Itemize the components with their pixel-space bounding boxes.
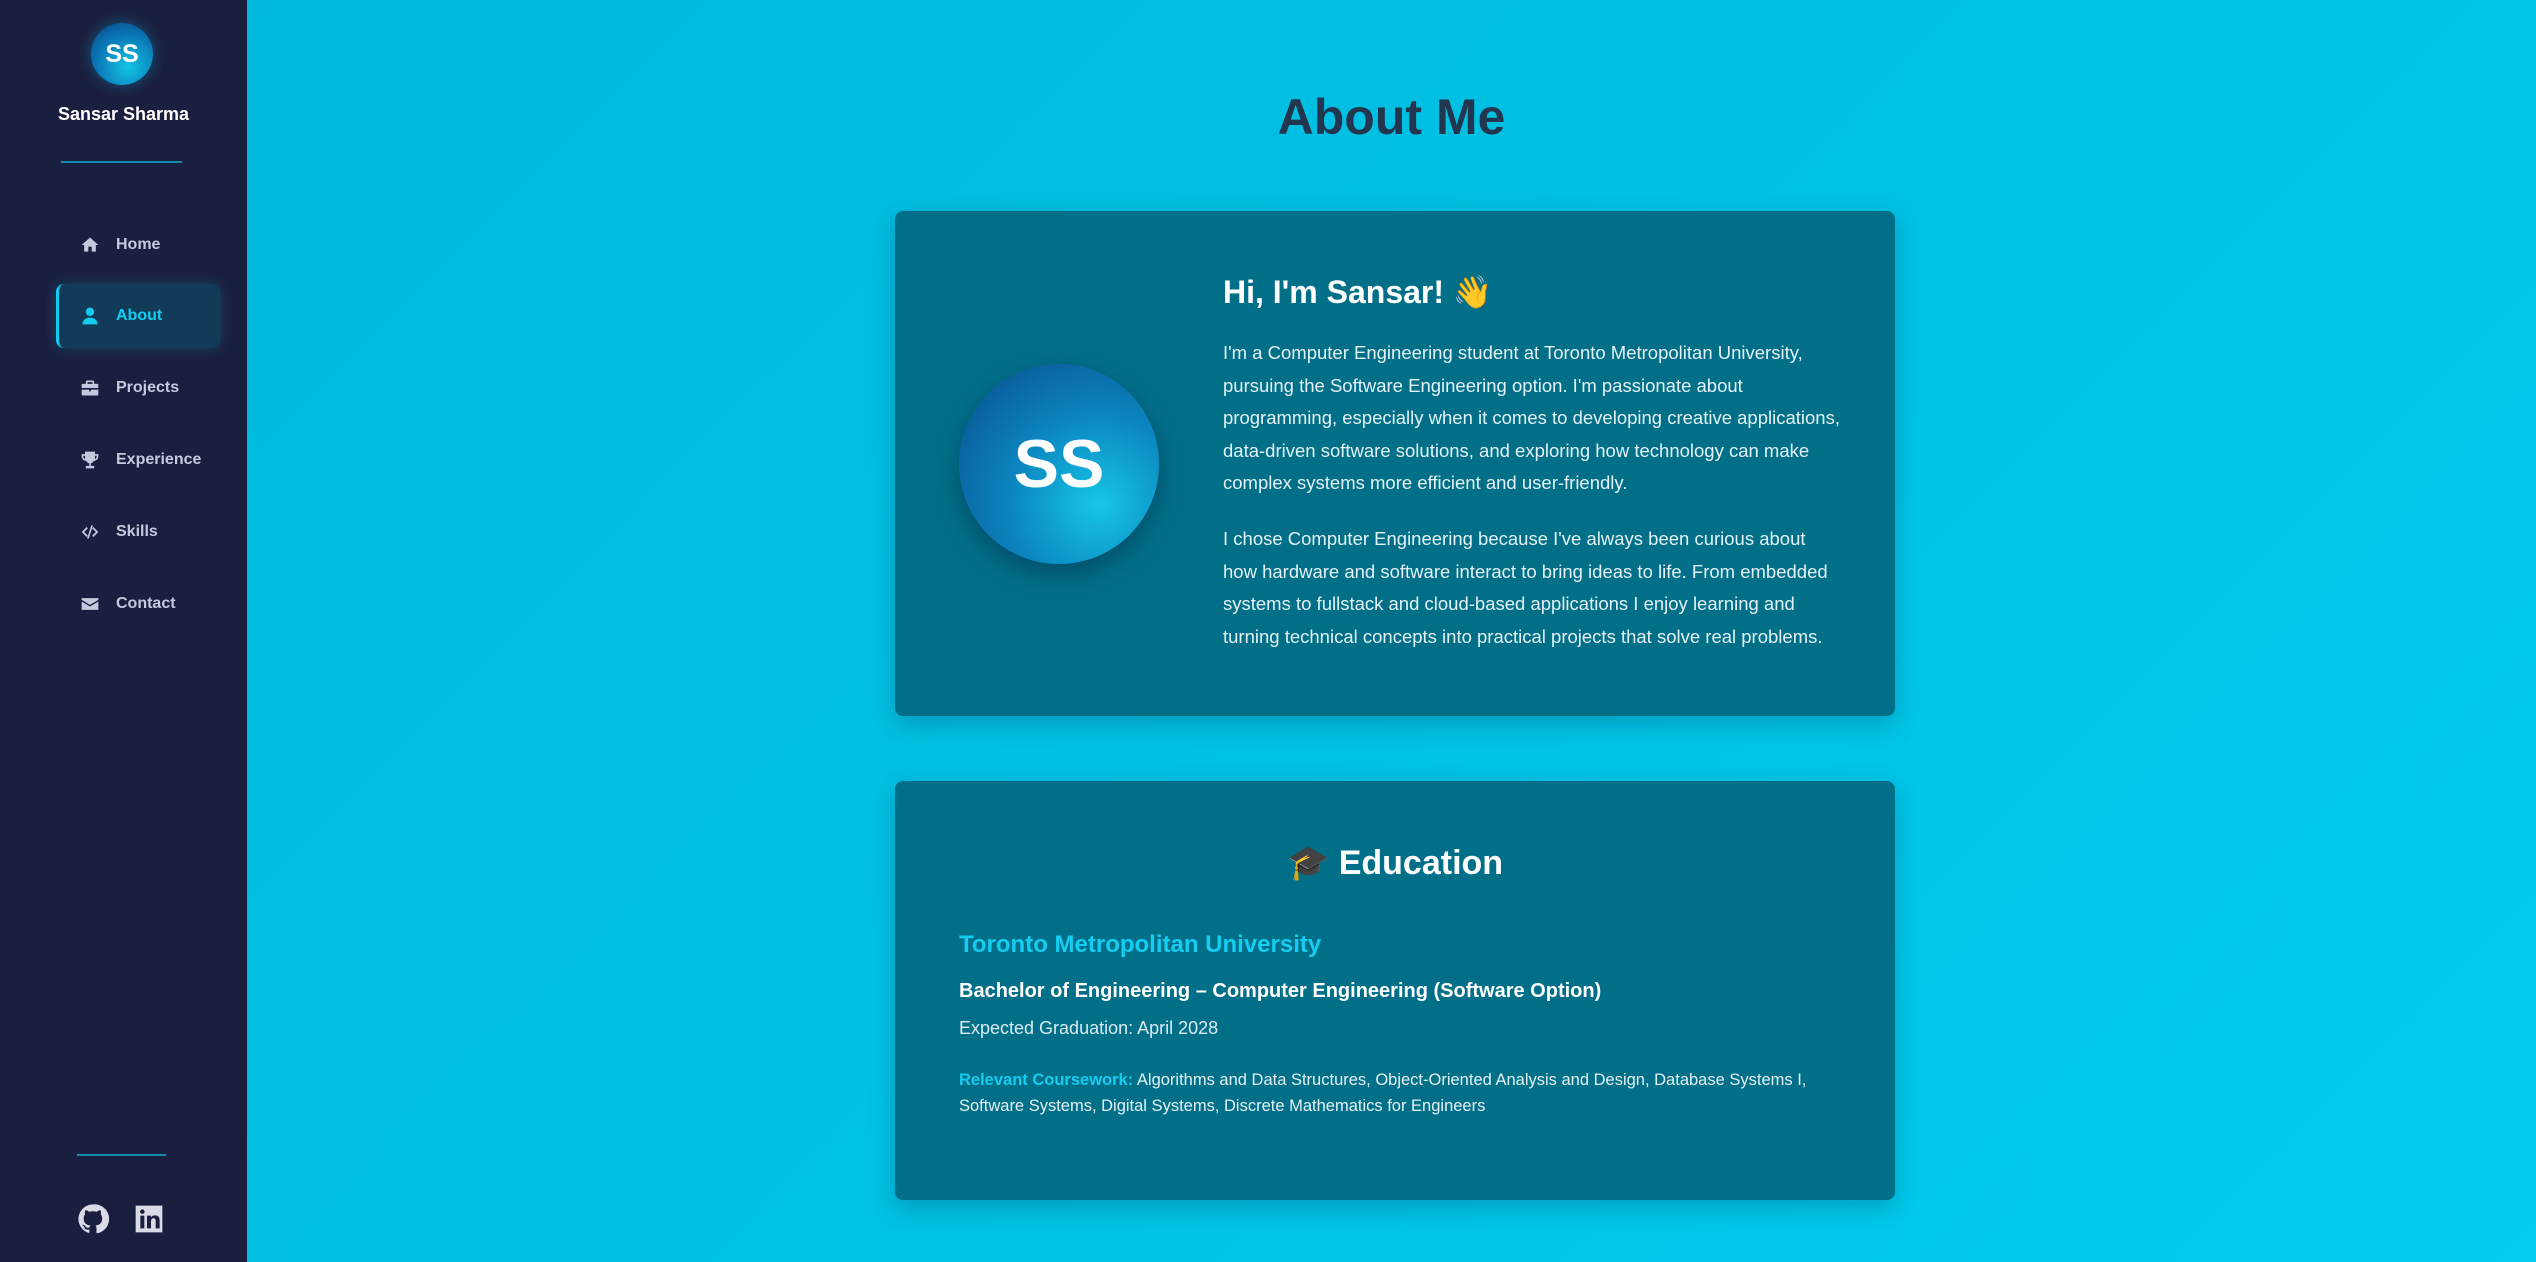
nav-item-label: Projects bbox=[116, 379, 180, 396]
home-icon bbox=[78, 233, 102, 257]
envelope-icon bbox=[78, 592, 102, 616]
briefcase-icon bbox=[78, 376, 102, 400]
page-title: About Me bbox=[1277, 89, 1506, 145]
university-name: Toronto Metropolitan University bbox=[959, 931, 1322, 958]
bio-paragraph: I'm a Computer Engineering student at To… bbox=[1223, 342, 1840, 493]
intro-card: SS Hi, I'm Sansar! 👋 I'm a Computer Engi… bbox=[895, 211, 1895, 716]
sidebar-name: Sansar Sharma bbox=[57, 104, 190, 124]
divider bbox=[77, 1154, 166, 1156]
nav-item-about[interactable]: About bbox=[56, 284, 220, 348]
avatar: SS bbox=[959, 364, 1159, 564]
degree: Bachelor of Engineering – Computer Engin… bbox=[959, 980, 1602, 1002]
nav-item-label: Contact bbox=[116, 595, 176, 612]
nav-item-label: About bbox=[116, 307, 163, 324]
intro-heading: Hi, I'm Sansar! 👋 bbox=[1223, 274, 1493, 310]
education-heading: 🎓 Education bbox=[1286, 844, 1504, 882]
github-icon[interactable] bbox=[77, 1203, 110, 1235]
user-icon bbox=[78, 304, 102, 328]
divider bbox=[61, 161, 182, 163]
code-icon bbox=[78, 520, 102, 544]
nav-item-projects[interactable]: Projects bbox=[56, 356, 220, 420]
nav-item-label: Home bbox=[116, 236, 161, 253]
nav-item-home[interactable]: Home bbox=[56, 213, 220, 277]
coursework-label: Relevant Coursework: bbox=[959, 1071, 1134, 1089]
avatar: SS bbox=[91, 23, 153, 85]
coursework: Relevant Coursework: Algorithms and Data… bbox=[959, 1067, 1849, 1119]
nav-item-label: Experience bbox=[116, 451, 202, 468]
education-card: 🎓 Education Toronto Metropolitan Univers… bbox=[895, 781, 1895, 1200]
nav-item-experience[interactable]: Experience bbox=[56, 428, 220, 492]
nav-item-skills[interactable]: Skills bbox=[56, 500, 220, 564]
sidebar: SS Sansar Sharma Home About Projects Exp… bbox=[0, 0, 247, 1262]
linkedin-icon[interactable] bbox=[133, 1203, 165, 1235]
bio-paragraph: I chose Computer Engineering because I'v… bbox=[1223, 528, 1828, 647]
graduation-date: Expected Graduation: April 2028 bbox=[959, 1018, 1219, 1038]
nav-item-label: Skills bbox=[116, 523, 158, 540]
nav-item-contact[interactable]: Contact bbox=[56, 572, 220, 636]
trophy-icon bbox=[78, 448, 102, 472]
